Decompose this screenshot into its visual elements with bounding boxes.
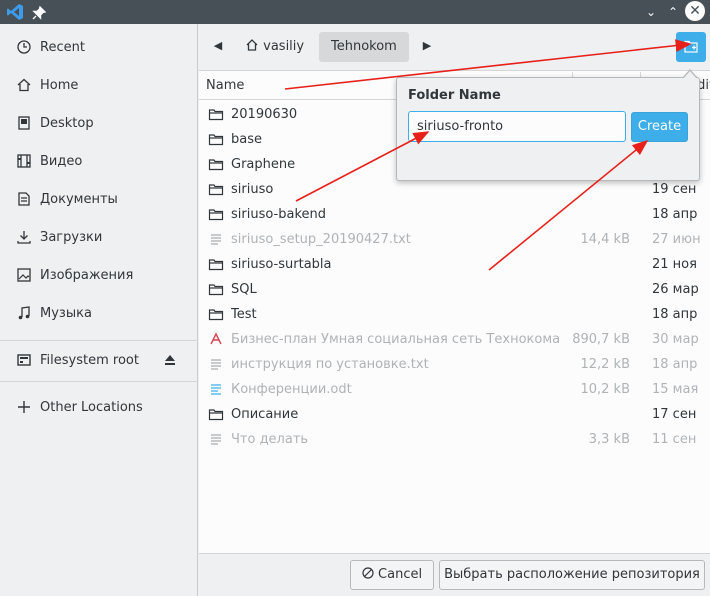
file-name: Конференции.odt (231, 382, 352, 397)
close-icon[interactable]: ✕ (685, 1, 705, 21)
popover-arrow (683, 71, 697, 79)
eject-icon[interactable] (164, 354, 176, 366)
file-size: 12,2 kB (580, 357, 630, 372)
file-name: siriuso_setup_20190427.txt (231, 232, 411, 247)
sidebar-item-label: Recent (40, 39, 85, 55)
desktop-icon (18, 116, 30, 130)
file-size: 3,3 kB (588, 432, 630, 447)
maximize-icon[interactable]: ⌃ (662, 0, 684, 24)
sidebar-item-filesystem-root[interactable]: Filesystem root (0, 345, 198, 375)
file-date: 27 июн (652, 232, 701, 247)
sidebar-item-видео[interactable]: Видео (0, 146, 198, 176)
drive-icon (17, 354, 31, 366)
plus-icon (18, 401, 30, 413)
download-icon (17, 231, 31, 244)
sidebar-item-label: Other Locations (40, 399, 143, 415)
folder-name-input[interactable]: siriuso-fronto (408, 111, 626, 142)
music-icon (18, 306, 30, 320)
folder-icon (208, 134, 224, 146)
file-name: SQL (231, 282, 257, 297)
file-date: 21 ноя (652, 257, 697, 272)
create-button[interactable]: Create (631, 112, 688, 142)
file-name: siriuso-bakend (231, 207, 327, 222)
sidebar-item-label: Документы (40, 191, 118, 207)
folder-icon (208, 209, 224, 221)
sidebar-item-other-locations[interactable]: Other Locations (0, 392, 198, 422)
file-name: Что делать (231, 432, 309, 447)
sidebar-item-документы[interactable]: Документы (0, 184, 198, 214)
file-size: 10,2 kB (580, 382, 630, 397)
title-bar (0, 0, 710, 24)
text-file-icon (211, 434, 221, 445)
sidebar-item-label: Home (40, 77, 79, 93)
folder-icon (208, 309, 224, 321)
sidebar-divider (0, 340, 198, 341)
file-date: 19 сен (652, 182, 697, 197)
video-icon (17, 154, 31, 168)
folder-icon (208, 259, 224, 271)
cancel-button[interactable]: Cancel (350, 560, 434, 590)
sidebar-item-label: Filesystem root (40, 352, 139, 368)
path-back-icon[interactable]: ◀ (211, 37, 225, 55)
crumb-current[interactable]: Tehnokom (319, 32, 409, 62)
select-location-button[interactable]: Выбрать расположение репозитория (439, 560, 705, 590)
minimize-icon[interactable]: ⌄ (640, 0, 662, 24)
image-icon (17, 268, 31, 282)
home-icon (246, 39, 258, 51)
crumb-home-label: vasiliy (263, 39, 305, 54)
cancel-button-label: Cancel (378, 567, 423, 582)
file-name: Бизнес-план Умная социальная сеть Технок… (231, 332, 563, 347)
new-folder-button[interactable] (676, 32, 706, 62)
popover-title: Folder Name (408, 88, 501, 103)
file-size: 14,4 kB (580, 232, 630, 247)
file-date: 11 сен (652, 432, 697, 447)
odt-file-icon (211, 384, 221, 395)
file-name: инструкция по установке.txt (231, 357, 429, 372)
pin-icon[interactable] (32, 3, 48, 21)
sidebar-item-desktop[interactable]: Desktop (0, 108, 198, 138)
text-file-icon (211, 234, 221, 245)
sidebar-item-label: Загрузки (40, 229, 103, 245)
folder-icon (208, 184, 224, 196)
sidebar-divider (0, 381, 198, 382)
sidebar-item-home[interactable]: Home (0, 70, 198, 100)
sidebar-item-изображения[interactable]: Изображения (0, 260, 198, 290)
crumb-home[interactable]: vasiliy (245, 32, 304, 62)
sidebar-item-label: Музыка (40, 305, 92, 321)
sidebar-item-label: Изображения (40, 267, 134, 283)
sidebar-item-label: Desktop (40, 115, 94, 131)
cancel-icon (362, 567, 374, 579)
file-date: 18 апр (652, 207, 698, 222)
folder-icon (208, 284, 224, 296)
sidebar-item-label: Видео (40, 153, 83, 169)
clock-icon (17, 40, 31, 54)
file-name: siriuso-surtabla (231, 257, 332, 272)
folder-icon (208, 409, 224, 421)
file-date: 26 мар (652, 282, 699, 297)
file-size: 890,7 kB (572, 332, 630, 347)
column-name[interactable]: Name (206, 78, 244, 93)
file-name: Test (231, 307, 257, 322)
file-date: 30 мар (652, 332, 699, 347)
path-forward-icon[interactable]: ▶ (420, 37, 434, 55)
vscode-app-icon (7, 4, 23, 20)
sidebar-item-музыка[interactable]: Музыка (0, 298, 198, 328)
file-name: siriuso (231, 182, 274, 197)
file-date: 18 апр (652, 307, 698, 322)
file-date: 17 сен (652, 407, 697, 422)
file-name: Описание (231, 407, 299, 422)
file-date: 18 апр (652, 357, 698, 372)
pdf-file-icon (210, 332, 222, 345)
folder-icon (208, 159, 224, 171)
document-icon (18, 192, 30, 206)
sidebar-item-загрузки[interactable]: Загрузки (0, 222, 198, 252)
new-folder-icon (684, 40, 698, 53)
folder-icon (208, 109, 224, 121)
home-icon (17, 78, 31, 92)
text-file-icon (211, 359, 221, 370)
file-date: 15 мая (652, 382, 699, 397)
sidebar-item-recent[interactable]: Recent (0, 32, 198, 62)
